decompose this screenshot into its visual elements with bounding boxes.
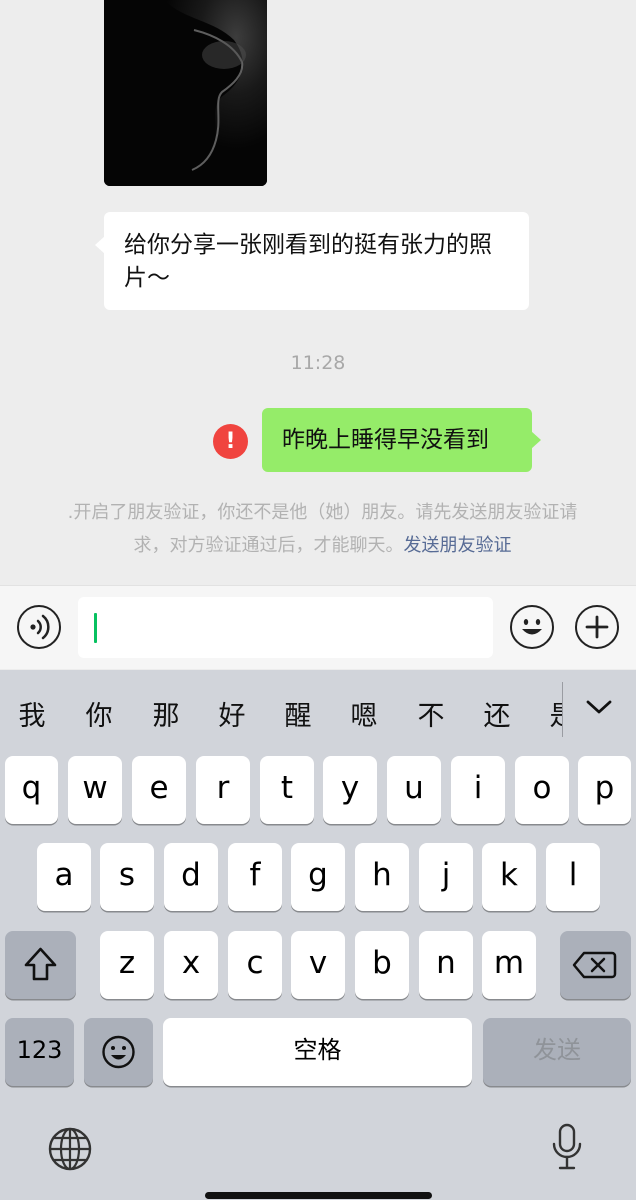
chevron-down-icon[interactable] — [583, 695, 615, 719]
key-s[interactable]: s — [100, 843, 154, 911]
key-h[interactable]: h — [355, 843, 409, 911]
emoji-key[interactable] — [84, 1018, 153, 1086]
candidate-word[interactable]: 那 — [146, 694, 186, 733]
mic-icon[interactable] — [550, 1122, 584, 1172]
key-c[interactable]: c — [228, 931, 282, 999]
outgoing-message-text: 昨晚上睡得早没看到 — [282, 427, 489, 453]
key-f[interactable]: f — [228, 843, 282, 911]
chat-area: 给你分享一张刚看到的挺有张力的照片～ 11:28 ! 昨晚上睡得早没看到 .开启… — [0, 0, 636, 585]
candidate-word[interactable]: 不 — [411, 694, 451, 733]
send-failed-icon[interactable]: ! — [213, 424, 248, 459]
candidate-word[interactable]: 我 — [12, 694, 52, 733]
candidate-word[interactable]: 是 — [543, 694, 563, 733]
candidate-word[interactable]: 还 — [477, 694, 517, 733]
voice-icon — [30, 614, 50, 640]
key-o[interactable]: o — [515, 756, 569, 824]
shared-photo[interactable] — [104, 0, 267, 186]
outgoing-message-bubble[interactable]: 昨晚上睡得早没看到 — [262, 408, 541, 472]
delete-key[interactable] — [560, 931, 631, 999]
home-indicator[interactable] — [205, 1192, 432, 1199]
voice-button[interactable] — [17, 605, 61, 649]
message-input[interactable] — [78, 597, 493, 658]
key-u[interactable]: u — [387, 756, 441, 824]
system-notice: .开启了朋友验证，你还不是他（她）朋友。请先发送朋友验证请求，对方验证通过后，才… — [50, 496, 595, 562]
candidate-word[interactable]: 嗯 — [344, 694, 384, 733]
incoming-message-text: 给你分享一张刚看到的挺有张力的照片～ — [124, 232, 492, 291]
key-i[interactable]: i — [451, 756, 505, 824]
key-r[interactable]: r — [196, 756, 250, 824]
key-x[interactable]: x — [164, 931, 218, 999]
shift-key[interactable] — [5, 931, 76, 999]
key-y[interactable]: y — [323, 756, 377, 824]
input-bar — [0, 585, 636, 669]
key-g[interactable]: g — [291, 843, 345, 911]
key-l[interactable]: l — [546, 843, 600, 911]
shift-icon — [24, 947, 57, 981]
plus-icon — [585, 615, 609, 639]
candidate-divider — [562, 682, 563, 737]
key-n[interactable]: n — [419, 931, 473, 999]
key-k[interactable]: k — [482, 843, 536, 911]
emoji-button[interactable] — [510, 605, 554, 649]
key-v[interactable]: v — [291, 931, 345, 999]
emoji-key-icon — [102, 1035, 135, 1069]
message-timestamp: 11:28 — [290, 352, 346, 374]
numbers-key[interactable]: 123 — [5, 1018, 74, 1086]
space-key[interactable]: 空格 — [163, 1018, 472, 1086]
delete-icon — [572, 951, 617, 979]
candidate-word[interactable]: 醒 — [278, 694, 318, 733]
candidate-bar: 我 你 那 好 醒 嗯 不 还 是 — [0, 670, 636, 750]
key-z[interactable]: z — [100, 931, 154, 999]
key-w[interactable]: w — [68, 756, 122, 824]
emoji-icon — [522, 619, 542, 635]
text-caret — [94, 613, 97, 643]
candidate-word[interactable]: 你 — [79, 694, 119, 733]
key-a[interactable]: a — [37, 843, 91, 911]
key-j[interactable]: j — [419, 843, 473, 911]
keyboard: 我 你 那 好 醒 嗯 不 还 是 q w e r t y u i o p a … — [0, 670, 636, 1200]
key-t[interactable]: t — [260, 756, 314, 824]
candidate-clip: 是 — [543, 694, 563, 734]
send-key[interactable]: 发送 — [483, 1018, 631, 1086]
key-d[interactable]: d — [164, 843, 218, 911]
key-q[interactable]: q — [5, 756, 58, 824]
more-button[interactable] — [575, 605, 619, 649]
key-m[interactable]: m — [482, 931, 536, 999]
key-e[interactable]: e — [132, 756, 186, 824]
candidate-word[interactable]: 好 — [212, 694, 252, 733]
key-p[interactable]: p — [578, 756, 631, 824]
incoming-message-bubble[interactable]: 给你分享一张刚看到的挺有张力的照片～ — [95, 212, 529, 310]
key-b[interactable]: b — [355, 931, 409, 999]
send-friend-request-link[interactable]: 发送朋友验证 — [404, 535, 512, 556]
globe-icon[interactable] — [47, 1126, 93, 1172]
